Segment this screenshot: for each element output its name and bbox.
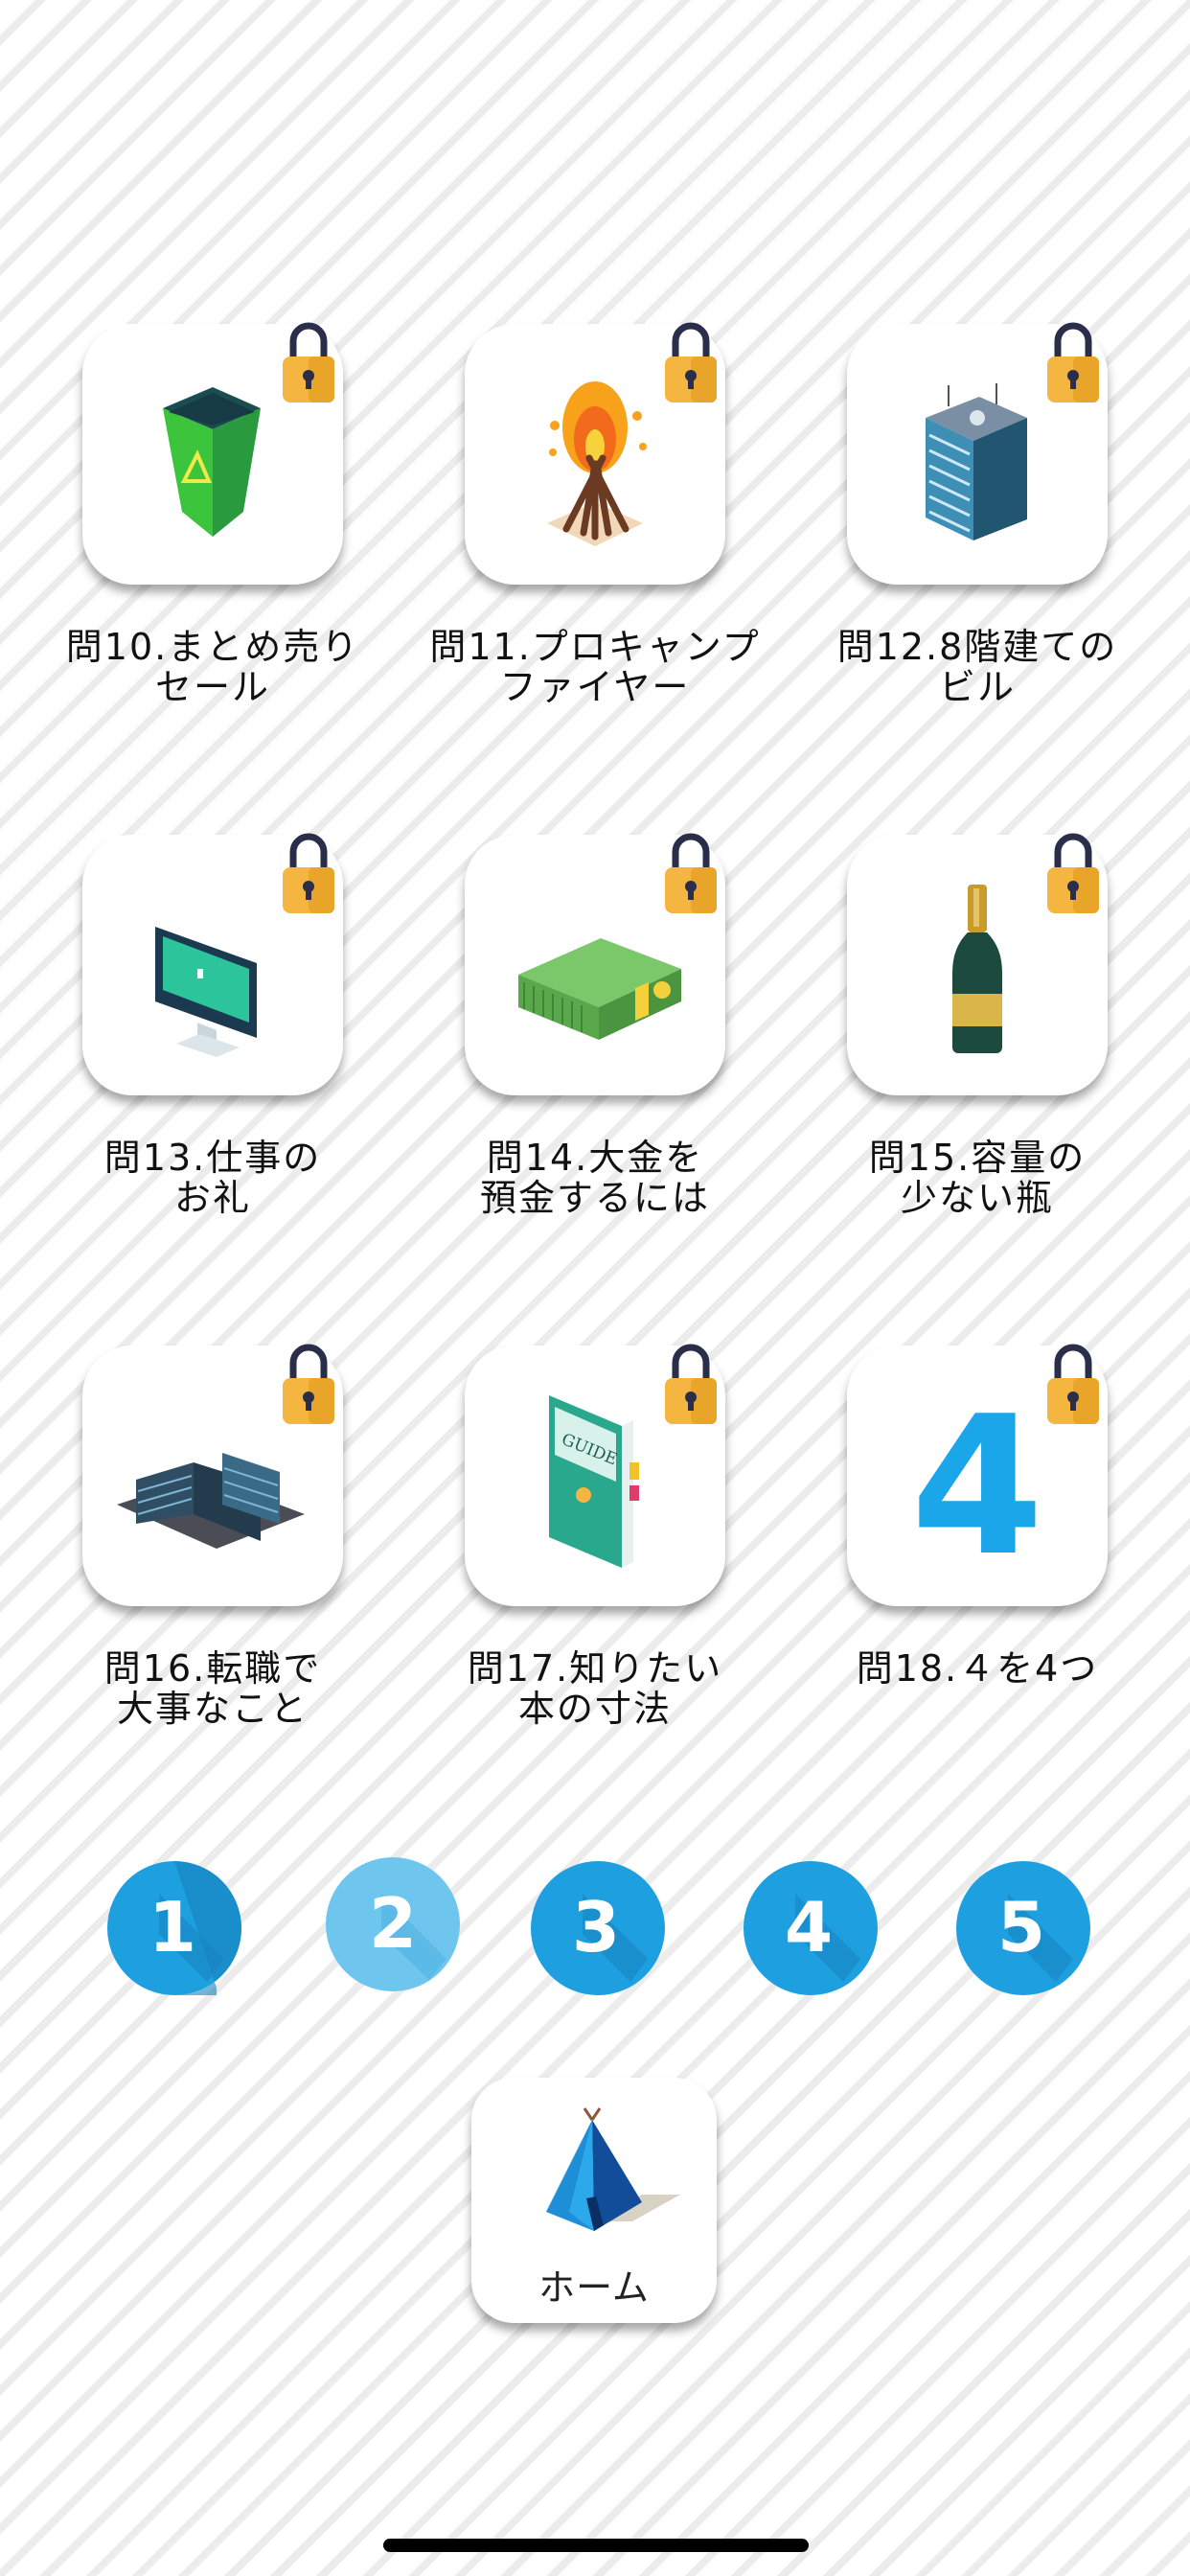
level-tile[interactable] xyxy=(82,1344,343,1606)
level-title: 問16.転職で 大事なこと xyxy=(44,1648,381,1729)
level-tile[interactable]: 4 xyxy=(847,1344,1108,1606)
level-tile[interactable] xyxy=(847,322,1108,585)
level-title: 問18.４を4つ xyxy=(809,1648,1146,1689)
level-title-line: 問17.知りたい xyxy=(467,1647,723,1690)
lock-icon xyxy=(283,1344,334,1424)
level-tile[interactable] xyxy=(847,833,1108,1095)
level-title-line: 問15.容量の xyxy=(868,1137,1087,1179)
page-circle: 5 xyxy=(956,1861,1090,1995)
level-title: 問15.容量の 少ない瓶 xyxy=(809,1138,1146,1218)
level-title-line: 問12.8階建ての xyxy=(836,626,1118,668)
page-circle: 1 xyxy=(107,1861,241,1995)
page-number: 3 xyxy=(572,1887,620,1967)
level-title-line: 問18.４を4つ xyxy=(856,1647,1099,1690)
level-title-line: 問10.まとめ売り xyxy=(65,626,360,668)
level-title: 問17.知りたい 本の寸法 xyxy=(426,1648,764,1729)
level-title-line: 問14.大金を xyxy=(486,1137,704,1179)
page-button-2[interactable]: 2 xyxy=(324,1855,473,1997)
level-title-line: 問16.転職で xyxy=(103,1647,322,1690)
page-circle: 2 xyxy=(326,1857,460,1991)
level-title-line: 本の寸法 xyxy=(517,1688,672,1730)
page-circle: 4 xyxy=(744,1861,878,1995)
lock-icon xyxy=(283,322,334,402)
home-label: ホーム xyxy=(538,2266,650,2309)
level-tile[interactable] xyxy=(465,833,725,1095)
lock-icon xyxy=(1047,833,1099,913)
page-button-4[interactable]: 4 xyxy=(738,1855,887,1997)
level-title-line: お礼 xyxy=(173,1177,251,1219)
tent-icon xyxy=(546,2107,680,2231)
home-button[interactable]: ホーム xyxy=(471,2078,717,2323)
level-title-line: 問11.プロキャンプ xyxy=(429,626,761,668)
page-number: 2 xyxy=(369,1883,417,1964)
lock-icon xyxy=(665,833,717,913)
lock-icon xyxy=(665,1344,717,1424)
level-title: 問12.8階建ての ビル xyxy=(809,627,1146,707)
home-indicator[interactable] xyxy=(383,2539,809,2552)
level-title: 問14.大金を 預金するには xyxy=(426,1138,764,1218)
level-title: 問11.プロキャンプ ファイヤー xyxy=(426,627,764,707)
page-button-3[interactable]: 3 xyxy=(525,1855,675,1997)
page-number: 5 xyxy=(997,1887,1045,1967)
page-button-5[interactable]: 5 xyxy=(950,1855,1100,1997)
level-tile[interactable]: GUIDE xyxy=(465,1344,725,1606)
level-title-line: ビル xyxy=(938,666,1016,708)
page-button-1[interactable]: 1 xyxy=(102,1855,251,1997)
page-number: 1 xyxy=(149,1887,196,1967)
page-circle: 3 xyxy=(531,1861,665,1995)
four-text: 4 xyxy=(910,1380,1043,1572)
lock-icon xyxy=(283,833,334,913)
level-tile[interactable] xyxy=(82,322,343,585)
page-number: 4 xyxy=(785,1887,833,1967)
lock-icon xyxy=(1047,322,1099,402)
level-title-line: セール xyxy=(154,666,270,708)
level-title-line: ファイヤー xyxy=(499,666,691,708)
level-grid: 問10.まとめ売り セール 問11.プロキャンプ ファイヤー 問12.8階建ての… xyxy=(0,0,1190,1773)
lock-icon xyxy=(665,322,717,402)
page-selector: 1 2 3 4 5 xyxy=(0,1855,1190,1999)
level-title: 問10.まとめ売り セール xyxy=(44,627,381,707)
level-tile[interactable] xyxy=(465,322,725,585)
level-title-line: 大事なこと xyxy=(116,1688,309,1730)
lock-icon xyxy=(1047,1344,1099,1424)
level-tile[interactable] xyxy=(82,833,343,1095)
level-title-line: 問13.仕事の xyxy=(103,1137,322,1179)
level-title-line: 預金するには xyxy=(479,1177,710,1219)
level-title-line: 少ない瓶 xyxy=(900,1177,1054,1219)
level-title: 問13.仕事の お礼 xyxy=(44,1138,381,1218)
